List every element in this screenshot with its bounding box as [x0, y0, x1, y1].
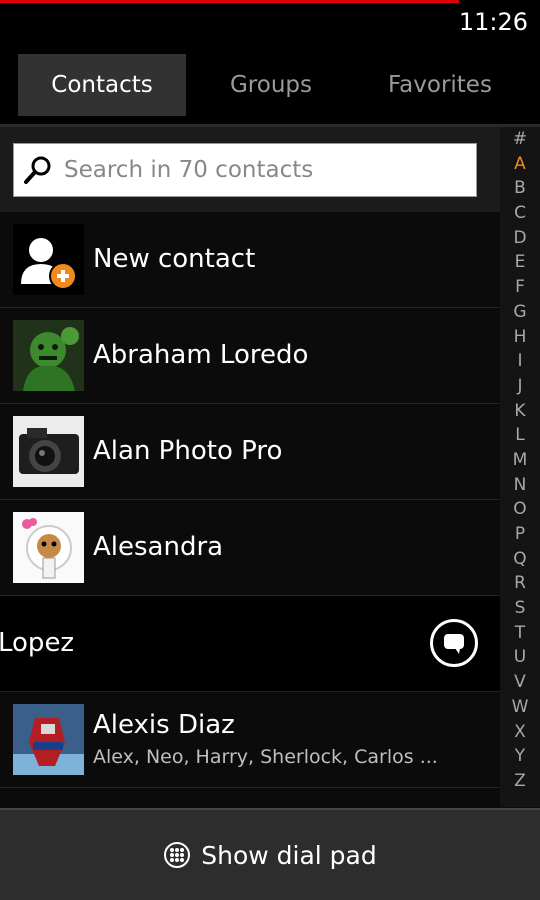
clock: 11:26	[458, 8, 528, 36]
alphabet-letter[interactable]: G	[513, 300, 526, 325]
add-person-icon	[13, 224, 84, 295]
show-dial-pad-button[interactable]: Show dial pad	[0, 808, 540, 900]
contact-name: Abraham Loredo	[93, 340, 309, 370]
hulk-photo	[13, 320, 84, 391]
contact-row[interactable]: Alesandra	[0, 500, 500, 596]
alphabet-letter[interactable]: D	[513, 226, 526, 251]
search-box[interactable]	[13, 143, 477, 197]
contact-name: Alan Photo Pro	[93, 436, 283, 466]
alphabet-letter[interactable]: W	[512, 695, 529, 720]
new-contact-row[interactable]: New contact	[0, 212, 500, 308]
alphabet-letter[interactable]: O	[513, 497, 526, 522]
alphabet-letter[interactable]: J	[517, 374, 522, 399]
message-bubble-icon	[444, 634, 464, 654]
contact-row[interactable]: Abraham Loredo	[0, 308, 500, 404]
alphabet-letter[interactable]: E	[515, 250, 526, 275]
alphabet-letter[interactable]: S	[515, 596, 526, 621]
tab-favorites[interactable]: Favorites	[356, 54, 524, 116]
alphabet-letter[interactable]: Z	[514, 769, 526, 794]
contact-nicknames: Alex, Neo, Harry, Sherlock, Carlos ...	[93, 746, 438, 768]
alphabet-letter[interactable]: I	[517, 349, 522, 374]
alphabet-letter[interactable]: #	[513, 127, 527, 152]
alphabet-letter[interactable]: X	[514, 720, 526, 745]
robot-photo	[13, 704, 84, 775]
alphabet-letter[interactable]: N	[514, 473, 527, 498]
contact-name: Alexis Diaz	[93, 710, 235, 740]
contact-name: Lopez	[0, 628, 75, 658]
contact-row[interactable]: Alan Photo Pro	[0, 404, 500, 500]
alphabet-letter[interactable]: Y	[515, 744, 525, 769]
alphabet-letter[interactable]: R	[514, 571, 526, 596]
message-button[interactable]	[430, 619, 478, 667]
dial-pad-label: Show dial pad	[201, 840, 377, 870]
cartoon-squirrel-photo	[13, 512, 84, 583]
tab-groups[interactable]: Groups	[186, 54, 356, 116]
alphabet-letter[interactable]: M	[513, 448, 528, 473]
alphabet-letter[interactable]: Q	[513, 547, 526, 572]
status-bar: 11:26	[0, 0, 540, 44]
alphabet-letter[interactable]: L	[515, 423, 524, 448]
alphabet-letter[interactable]: K	[514, 399, 525, 424]
search-area	[0, 127, 500, 212]
search-icon	[24, 156, 51, 184]
alphabet-letter[interactable]: P	[515, 522, 525, 547]
contact-row[interactable]: Alexis Diaz Alex, Neo, Harry, Sherlock, …	[0, 692, 500, 788]
camera-photo	[13, 416, 84, 487]
contact-name: Alesandra	[93, 532, 224, 562]
alphabet-letter[interactable]: F	[515, 275, 525, 300]
alphabet-index[interactable]: # A B C D E F G H I J K L M N O P Q R S T U V W X Y Z	[500, 127, 540, 807]
progress-bar	[0, 0, 459, 3]
alphabet-letter[interactable]: U	[514, 645, 526, 670]
alphabet-letter[interactable]: H	[514, 325, 527, 350]
tab-contacts[interactable]: Contacts	[18, 54, 186, 116]
alphabet-letter[interactable]: T	[515, 621, 525, 646]
dial-pad-icon	[164, 842, 191, 868]
alphabet-letter[interactable]: A	[514, 152, 526, 177]
alphabet-letter[interactable]: B	[514, 176, 526, 201]
contact-row-swiped[interactable]: Lopez	[0, 596, 500, 692]
alphabet-letter[interactable]: C	[514, 201, 526, 226]
new-contact-label: New contact	[93, 244, 256, 274]
alphabet-letter[interactable]: V	[514, 670, 526, 695]
tab-bar: Contacts Groups Favorites	[0, 44, 540, 126]
search-input[interactable]	[62, 156, 466, 184]
